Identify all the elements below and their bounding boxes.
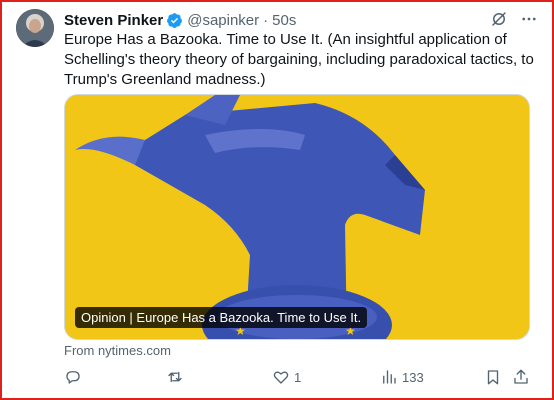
reply-button[interactable] [64, 368, 86, 386]
retweet-icon [168, 371, 182, 383]
tweet-frame: Steven Pinker @sapinker · 50s Europe Has… [0, 0, 554, 400]
views-button[interactable]: 133 [380, 368, 424, 386]
time-separator: · [263, 11, 269, 29]
card-source[interactable]: From nytimes.com [64, 343, 171, 358]
header-icons [490, 10, 538, 28]
avatar[interactable] [16, 9, 54, 47]
bookmark-icon [487, 370, 499, 385]
verified-badge-icon [167, 12, 183, 28]
author-name[interactable]: Steven Pinker [64, 12, 163, 29]
timestamp[interactable]: 50s [272, 12, 296, 29]
avatar-photo [16, 9, 54, 47]
like-button[interactable]: 1 [272, 368, 301, 386]
tweet-header: Steven Pinker @sapinker · 50s [64, 10, 538, 30]
author-handle[interactable]: @sapinker [187, 12, 259, 29]
like-icon [273, 371, 289, 384]
grok-icon[interactable] [490, 10, 508, 28]
retweet-button[interactable] [166, 368, 188, 386]
like-count: 1 [294, 369, 302, 385]
reply-icon [66, 371, 80, 384]
action-bar: 1 133 [64, 368, 534, 388]
tweet-text: Europe Has a Bazooka. Time to Use It. (A… [64, 31, 534, 88]
views-icon [383, 370, 396, 384]
card-headline: Opinion | Europe Has a Bazooka. Time to … [75, 307, 368, 328]
card-image: ★ ★ [65, 95, 529, 339]
link-card[interactable]: ★ ★ Opinion | Europe Has a Bazooka. Time… [64, 94, 530, 340]
more-icon[interactable] [520, 10, 538, 28]
bookmark-button[interactable] [484, 368, 502, 386]
views-count: 133 [402, 369, 424, 385]
share-button[interactable] [512, 368, 530, 386]
share-icon [514, 369, 528, 384]
